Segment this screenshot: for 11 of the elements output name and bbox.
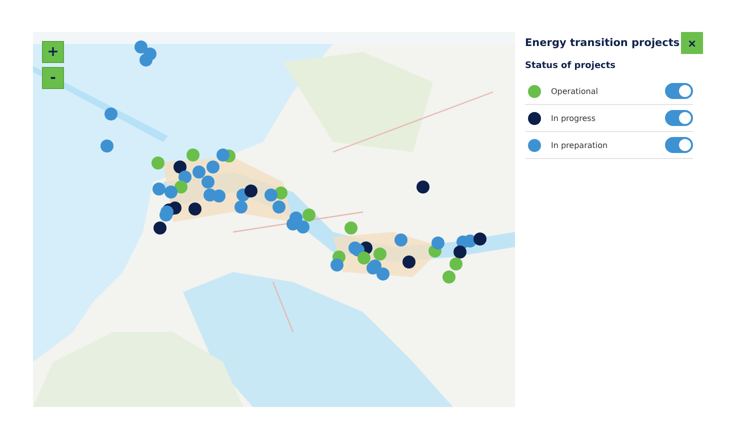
status-label: Operational [551,86,599,96]
zoom-out-button[interactable]: - [42,67,64,89]
panel-title: Energy transition projects [525,37,680,49]
close-button[interactable]: × [681,32,703,54]
toggle-switch[interactable] [665,137,693,153]
status-label: In preparation [551,140,609,150]
zoom-in-button[interactable]: + [42,41,64,63]
status-label: In progress [551,114,597,122]
section-title: Status of projects [525,61,617,71]
toggle-switch[interactable] [665,83,693,99]
toggle-switch[interactable] [665,110,693,126]
